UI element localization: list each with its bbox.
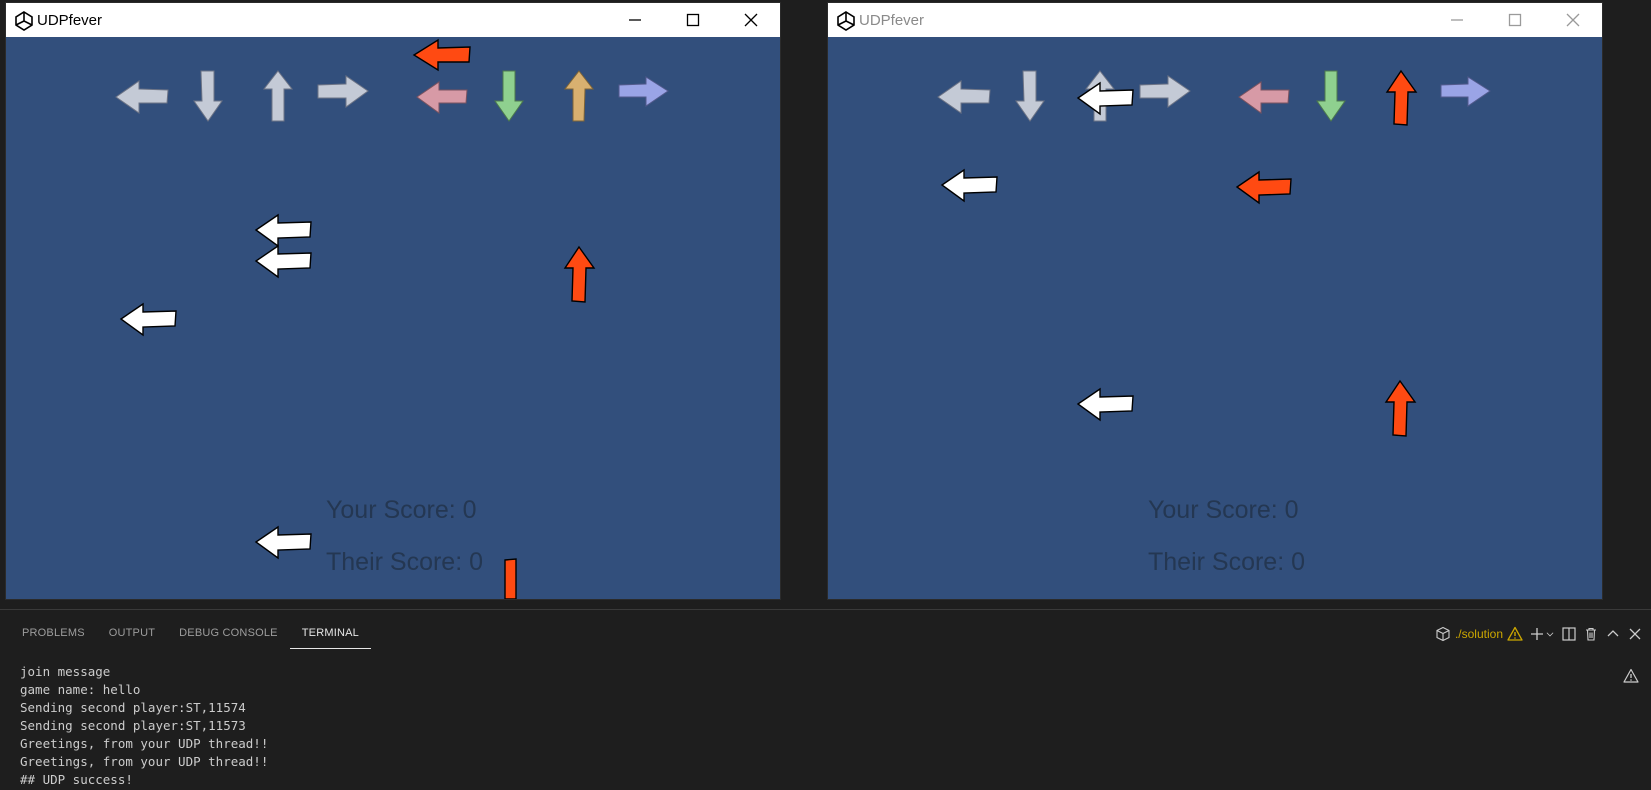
terminal-selector[interactable]: ./solution — [1435, 622, 1523, 646]
receptor-down-arrow-p2 — [494, 70, 524, 122]
tab-debug-console[interactable]: DEBUG CONSOLE — [167, 626, 290, 648]
close-icon — [1566, 13, 1580, 27]
split-icon — [1562, 627, 1576, 641]
bottom-panel: PROBLEMS OUTPUT DEBUG CONSOLE TERMINAL .… — [0, 609, 1651, 790]
terminal-output[interactable]: join message game name: hello Sending se… — [20, 663, 268, 789]
note-white-left-arrow — [940, 168, 998, 203]
receptor-right-arrow-p2 — [1440, 76, 1491, 107]
receptor-down-arrow — [193, 70, 223, 122]
close-icon — [744, 13, 758, 27]
game-canvas[interactable]: Your Score: 0 Their Score: 0 — [6, 37, 780, 599]
chevron-down-icon — [1546, 632, 1554, 637]
game-canvas[interactable]: Your Score: 0 Their Score: 0 — [828, 37, 1602, 599]
trash-icon — [1586, 627, 1596, 641]
note-red-left-arrow — [1235, 170, 1292, 205]
receptor-up-arrow-p2-lit — [1385, 69, 1418, 126]
close-button[interactable] — [722, 3, 780, 37]
maximize-button[interactable] — [1486, 3, 1544, 37]
receptor-left-arrow — [937, 80, 991, 114]
terminal-name: ./solution — [1454, 627, 1503, 641]
note-white-left-arrow — [254, 525, 312, 560]
terminal-line: game name: hello — [20, 682, 141, 697]
close-button[interactable] — [1544, 3, 1602, 37]
receptor-left-arrow-p2 — [1238, 81, 1290, 114]
receptor-right-arrow — [317, 75, 369, 108]
close-panel-button[interactable] — [1627, 622, 1643, 646]
window-titlebar[interactable]: UDPfever — [828, 3, 1602, 37]
maximize-icon — [686, 13, 700, 27]
window-title: UDPfever — [37, 12, 103, 29]
receptor-left-arrow — [115, 80, 169, 114]
receptor-right-arrow — [1139, 75, 1191, 108]
receptor-left-arrow-p2 — [416, 81, 468, 114]
note-red-up-arrow — [563, 245, 596, 303]
unity-icon — [15, 11, 33, 31]
receptor-up-arrow — [262, 70, 294, 122]
maximize-panel-button[interactable] — [1605, 622, 1621, 646]
terminal-line: Greetings, from your UDP thread!! — [20, 736, 269, 751]
window-title: UDPfever — [859, 12, 925, 29]
your-score: Your Score: 0 — [1148, 496, 1299, 524]
close-icon — [1629, 628, 1641, 640]
tab-terminal[interactable]: TERMINAL — [289, 626, 371, 649]
chevron-up-icon — [1607, 630, 1619, 637]
panel-actions: ./solution — [1435, 622, 1643, 646]
terminal-line: Sending second player:ST,11574 — [20, 700, 246, 715]
minimize-button[interactable] — [1428, 3, 1486, 37]
split-terminal-button[interactable] — [1561, 622, 1577, 646]
note-red-up-arrow — [1384, 379, 1417, 437]
tab-problems[interactable]: PROBLEMS — [10, 626, 97, 648]
maximize-icon — [1508, 13, 1522, 27]
note-white-left-arrow — [1076, 387, 1134, 422]
cube-icon — [1436, 626, 1450, 642]
window-titlebar[interactable]: UDPfever — [6, 3, 780, 37]
panel-tabs: PROBLEMS OUTPUT DEBUG CONSOLE TERMINAL — [10, 610, 371, 650]
warning-icon[interactable] — [1623, 668, 1639, 684]
kill-terminal-button[interactable] — [1583, 622, 1599, 646]
terminal-line: Sending second player:ST,11573 — [20, 718, 246, 733]
their-score: Their Score: 0 — [326, 548, 484, 576]
receptor-down-arrow-p2 — [1316, 70, 1346, 122]
warning-icon — [1507, 626, 1523, 641]
game-window-left[interactable]: UDPfever Your Score: 0 Their Score: 0 — [5, 2, 781, 600]
plus-icon — [1531, 628, 1543, 640]
receptor-up-arrow-p2 — [563, 70, 595, 122]
unity-icon — [837, 11, 855, 31]
terminal-line: ## UDP success! — [20, 772, 133, 787]
receptor-down-arrow — [1015, 70, 1045, 122]
note-red-left-arrow — [412, 38, 471, 72]
terminal-line: join message — [20, 664, 111, 679]
receptor-right-arrow-p2 — [618, 76, 669, 107]
note-white-left-arrow — [119, 302, 177, 337]
game-window-right[interactable]: UDPfever Your Score: 0 Their Score: 0 — [827, 2, 1603, 600]
minimize-button[interactable] — [606, 3, 664, 37]
your-score: Your Score: 0 — [326, 496, 477, 524]
note-white-left-arrow — [254, 213, 312, 248]
note-white-left-arrow — [254, 244, 312, 279]
tab-output[interactable]: OUTPUT — [97, 626, 167, 648]
maximize-button[interactable] — [664, 3, 722, 37]
minimize-icon — [629, 19, 641, 21]
terminal-line: Greetings, from your UDP thread!! — [20, 754, 269, 769]
minimize-icon — [1451, 19, 1463, 21]
their-score: Their Score: 0 — [1148, 548, 1306, 576]
note-red-up-arrow — [504, 558, 517, 599]
new-terminal-button[interactable] — [1529, 622, 1555, 646]
